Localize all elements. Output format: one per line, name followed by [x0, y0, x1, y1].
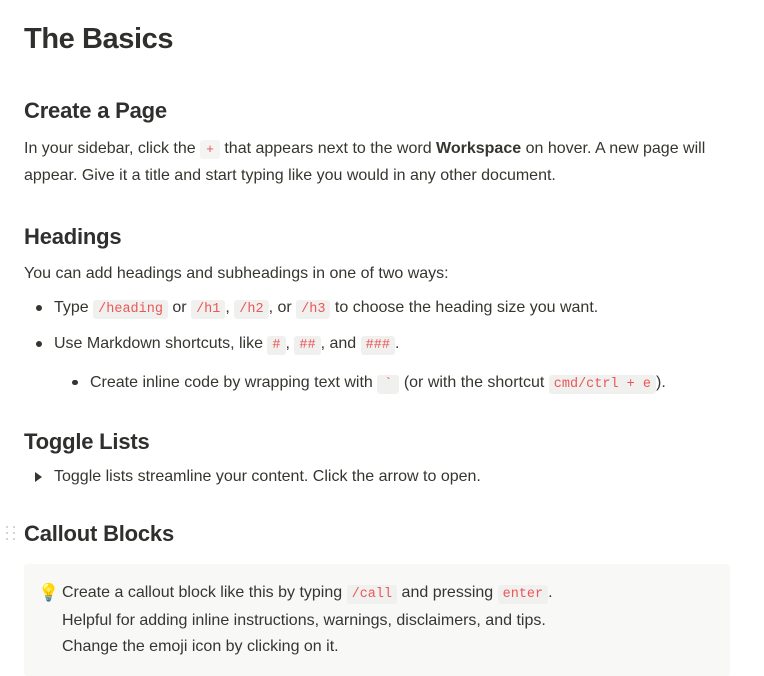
bullet-text-part5: to choose the heading size you want.: [330, 298, 599, 316]
drag-handle-icon[interactable]: [6, 526, 16, 542]
chevron-right-icon[interactable]: [35, 472, 42, 483]
bullet-text-part2: or: [167, 298, 192, 316]
paragraph-text-part1: In your sidebar, click the: [24, 140, 201, 158]
callout-line-3: Change the emoji icon by clicking on it.: [62, 637, 339, 655]
list-item: Use Markdown shortcuts, like #, ##, and …: [24, 331, 740, 359]
section-heading-create-a-page: Create a Page: [24, 97, 167, 123]
callout-line-2: Helpful for adding inline instructions, …: [62, 611, 546, 629]
page-title: The Basics: [24, 23, 174, 55]
inline-code-backtick[interactable]: `: [377, 374, 400, 394]
headings-intro-paragraph: You can add headings and subheadings in …: [24, 264, 449, 282]
headings-bullet-list: Type /heading or /h1, /h2, or /h3 to cho…: [24, 295, 740, 398]
create-a-page-paragraph: In your sidebar, click the + that appear…: [24, 136, 734, 189]
bullet-text-part4: , or: [268, 298, 297, 316]
inline-code-heading[interactable]: /heading: [93, 299, 168, 319]
bullet-dot-icon: [72, 379, 78, 386]
section-heading-headings-row: Headings: [24, 223, 740, 251]
inline-code-plus[interactable]: +: [200, 140, 220, 160]
bullet-text-part3: , and: [320, 334, 361, 352]
lightbulb-icon[interactable]: 💡: [38, 580, 62, 606]
inline-code-hash2[interactable]: ##: [294, 335, 321, 355]
toggle-list-item[interactable]: Toggle lists streamline your content. Cl…: [24, 464, 740, 490]
inline-code-hash3[interactable]: ###: [360, 335, 395, 355]
inline-code-hash[interactable]: #: [267, 335, 286, 355]
callout-text-part1: Create a callout block like this by typi…: [62, 583, 347, 601]
bullet-text-part1: Type: [54, 298, 94, 316]
bullet-text-part1: Use Markdown shortcuts, like: [54, 334, 268, 352]
document-page: The Basics Create a Page In your sidebar…: [0, 0, 764, 676]
callout-line-1: Create a callout block like this by typi…: [62, 580, 714, 608]
bullet-dot-icon: [36, 340, 42, 347]
section-heading-create-a-page-row: Create a Page: [24, 97, 740, 125]
section-heading-toggle-lists: Toggle Lists: [24, 428, 150, 454]
callout-text-part2: and pressing: [397, 583, 498, 601]
list-item: Create inline code by wrapping text with…: [24, 370, 740, 398]
inline-code-call[interactable]: /call: [346, 584, 398, 604]
list-item: Type /heading or /h1, /h2, or /h3 to cho…: [24, 295, 740, 323]
inline-code-h1[interactable]: /h1: [191, 299, 226, 319]
inline-code-h2[interactable]: /h2: [234, 299, 269, 319]
section-heading-toggle-lists-row: Toggle Lists: [24, 428, 740, 456]
nested-bullet-text-part3: ).: [655, 373, 666, 391]
inline-code-h3[interactable]: /h3: [296, 299, 331, 319]
bullet-text-part4: .: [394, 334, 400, 352]
toggle-list-label: Toggle lists streamline your content. Cl…: [54, 468, 481, 486]
paragraph-text-part2: that appears next to the word: [219, 140, 437, 158]
section-heading-callout-blocks: Callout Blocks: [24, 521, 175, 547]
bold-workspace: Workspace: [436, 140, 522, 158]
callout-text-part3: .: [548, 583, 553, 601]
inline-code-enter[interactable]: enter: [497, 584, 549, 604]
nested-bullet-text-part2: (or with the shortcut: [399, 373, 549, 391]
section-heading-callout-blocks-row: Callout Blocks: [6, 520, 740, 548]
callout-block: 💡 Create a callout block like this by ty…: [24, 563, 730, 676]
inline-code-shortcut[interactable]: cmd/ctrl + e: [548, 374, 656, 394]
callout-body: Create a callout block like this by typi…: [62, 580, 714, 660]
bullet-text-part3: ,: [225, 298, 235, 316]
section-heading-headings: Headings: [24, 224, 122, 250]
bullet-dot-icon: [36, 304, 42, 311]
nested-bullet-text-part1: Create inline code by wrapping text with: [90, 373, 378, 391]
